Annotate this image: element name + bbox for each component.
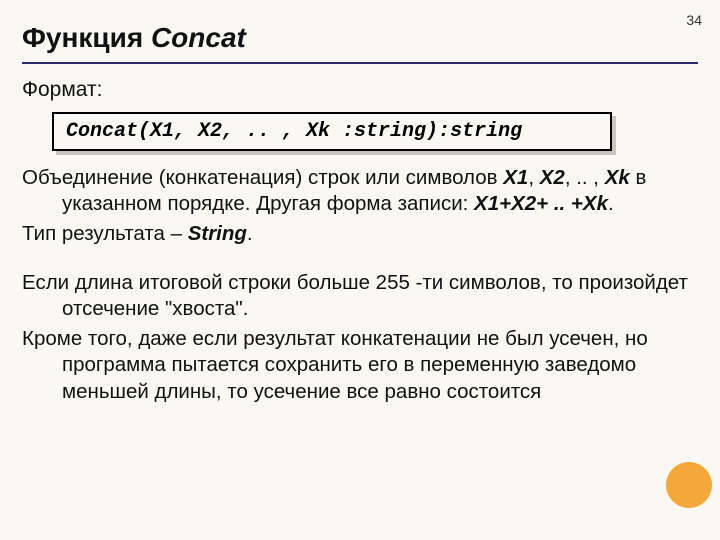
p2-string: String (188, 222, 247, 245)
p1-text-b: , .. , (565, 166, 605, 189)
p1-comma1: , (528, 166, 539, 189)
title-prefix: Функция (22, 22, 151, 53)
paragraph-2: Тип результата – String. (22, 221, 694, 247)
p1-xk: Xk (605, 166, 630, 189)
paragraph-3: Если длина итоговой строки больше 255 -т… (22, 270, 694, 322)
code-signature: Concat(X1, X2, .. , Xk :string):string (52, 112, 612, 151)
p2-text-a: Тип результата – (22, 222, 188, 245)
page-number: 34 (686, 12, 702, 28)
p1-x1: X1 (503, 166, 528, 189)
p1-expr: X1+X2+ .. +Xk (474, 192, 608, 215)
page-title: Функция Concat (0, 0, 720, 62)
format-label: Формат: (0, 78, 720, 112)
title-function-name: Concat (151, 22, 246, 53)
p1-x2: X2 (540, 166, 565, 189)
orange-circle-decoration (666, 462, 712, 508)
p1-text-d: . (608, 192, 614, 215)
spacer (22, 252, 694, 270)
body-text: Объединение (конкатенация) строк или сим… (0, 165, 720, 405)
paragraph-4: Кроме того, даже если результат конкатен… (22, 326, 694, 405)
code-box: Concat(X1, X2, .. , Xk :string):string (52, 112, 612, 151)
title-underline (22, 62, 698, 64)
p4-text: Кроме того, даже если результат конкатен… (22, 326, 694, 405)
p1-text-a: Объединение (конкатенация) строк или сим… (22, 166, 503, 189)
paragraph-1: Объединение (конкатенация) строк или сим… (22, 165, 694, 217)
p3-text: Если длина итоговой строки больше 255 -т… (22, 270, 694, 322)
p2-text-b: . (247, 222, 253, 245)
